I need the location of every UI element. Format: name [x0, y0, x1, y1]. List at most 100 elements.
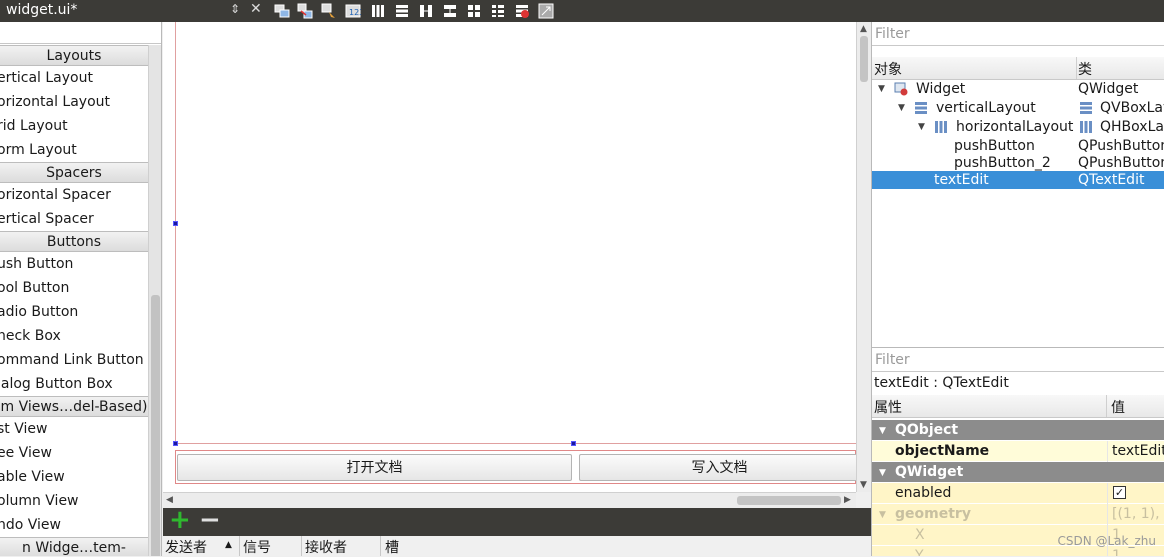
- widget-box-scrollbar[interactable]: [148, 45, 161, 556]
- property-editor-panel: Filter textEdit : QTextEdit 属性 值 ▼ QObje…: [871, 347, 1164, 556]
- break-layout-icon[interactable]: [514, 3, 530, 19]
- object-filter-input[interactable]: Filter: [872, 22, 1164, 46]
- vertical-layout-icon: [1080, 102, 1092, 114]
- object-name-value[interactable]: textEdit: [1112, 441, 1164, 462]
- col-value[interactable]: 值: [1111, 397, 1125, 417]
- canvas-horizontal-scrollbar[interactable]: ◀ ▶: [163, 492, 856, 508]
- splitter-horizontal-icon[interactable]: [418, 3, 434, 19]
- horizontal-layout-icon: [935, 121, 947, 133]
- widget-item-tool-button[interactable]: ool Button: [0, 276, 148, 300]
- widget-item-form-layout[interactable]: orm Layout: [0, 138, 148, 162]
- current-object-label: textEdit : QTextEdit: [874, 375, 1009, 391]
- widget-item-column-view[interactable]: olumn View: [0, 489, 148, 513]
- widget-item-radio-button[interactable]: adio Button: [0, 300, 148, 324]
- scroll-up-icon[interactable]: ▲: [860, 24, 867, 34]
- horizontal-layout-icon: [1080, 121, 1092, 133]
- object-row-widget[interactable]: ▼ Widget QWidget: [872, 80, 1164, 98]
- col-receiver[interactable]: 接收者: [305, 537, 347, 557]
- widget-item-tree-view[interactable]: ee View: [0, 441, 148, 465]
- lay-out-form-icon[interactable]: [490, 3, 506, 19]
- property-group-qobject[interactable]: ▼ QObject: [872, 420, 1164, 441]
- sort-ascending-icon: ▲: [225, 540, 232, 550]
- collapse-arrow-icon[interactable]: ▼: [879, 505, 886, 526]
- push-button-open-doc[interactable]: 打开文档: [177, 454, 572, 481]
- enabled-checkbox[interactable]: ✓: [1113, 486, 1126, 499]
- object-row-horizontal-layout[interactable]: ▼ horizontalLayout QHBoxLa: [872, 118, 1164, 136]
- widget-item-push-button[interactable]: ush Button: [0, 252, 148, 276]
- expand-arrow-icon[interactable]: ▼: [878, 80, 885, 98]
- edit-signals-slots-icon[interactable]: [297, 3, 313, 19]
- object-inspector-header: 对象 类: [872, 57, 1164, 80]
- signal-slot-toolbar: + −: [163, 505, 871, 536]
- edit-tab-order-icon[interactable]: 123: [345, 3, 361, 19]
- col-object[interactable]: 对象: [874, 59, 902, 79]
- canvas-vertical-scrollbar[interactable]: ▲ ▼: [856, 22, 871, 492]
- widget-item-command-link-button[interactable]: ommand Link Button: [0, 348, 148, 372]
- col-sender[interactable]: 发送者: [165, 537, 207, 557]
- resize-handle[interactable]: [173, 441, 178, 446]
- property-row-enabled[interactable]: enabled ✓: [872, 483, 1164, 504]
- widget-item-table-view[interactable]: able View: [0, 465, 148, 489]
- text-edit-widget[interactable]: [175, 22, 856, 444]
- svg-text:123: 123: [349, 8, 361, 17]
- category-spacers[interactable]: Spacers: [0, 162, 148, 183]
- col-class[interactable]: 类: [1078, 59, 1092, 79]
- edit-buddies-icon[interactable]: [321, 3, 337, 19]
- property-filter-input[interactable]: Filter: [872, 348, 1164, 372]
- collapse-arrow-icon[interactable]: ▼: [879, 421, 886, 442]
- property-row-geometry[interactable]: ▼ geometry [(1, 1), 7: [872, 504, 1164, 525]
- tab-switcher-icon[interactable]: ⇕: [230, 2, 240, 16]
- widget-item-vertical-layout[interactable]: ertical Layout: [0, 66, 148, 90]
- scroll-left-icon[interactable]: ◀: [166, 495, 173, 505]
- vertical-layout-icon: [915, 102, 927, 114]
- edit-widgets-icon[interactable]: [274, 3, 290, 19]
- widget-item-horizontal-spacer[interactable]: orizontal Spacer: [0, 183, 148, 207]
- widget-form-icon: [894, 82, 908, 96]
- resize-handle[interactable]: [173, 221, 178, 226]
- property-editor-header: 属性 值: [872, 395, 1164, 418]
- col-property[interactable]: 属性: [874, 397, 902, 417]
- resize-handle[interactable]: [571, 441, 576, 446]
- property-row-object-name[interactable]: objectName textEdit: [872, 441, 1164, 462]
- signal-slot-header: 发送者 ▲ 信号 接收者 槽: [163, 536, 871, 556]
- expand-arrow-icon[interactable]: ▼: [898, 99, 905, 117]
- scroll-down-icon[interactable]: ▼: [860, 480, 867, 490]
- col-slot[interactable]: 槽: [385, 537, 399, 557]
- widget-box-filter-input[interactable]: [0, 22, 161, 44]
- property-group-qwidget[interactable]: ▼ QWidget: [872, 462, 1164, 483]
- horizontal-layout-frame[interactable]: 打开文档 写入文档: [175, 450, 859, 484]
- widget-item-list-view[interactable]: st View: [0, 417, 148, 441]
- object-row-vertical-layout[interactable]: ▼ verticalLayout QVBoxLay: [872, 99, 1164, 117]
- category-buttons[interactable]: Buttons: [0, 231, 148, 252]
- adjust-size-icon[interactable]: [538, 3, 554, 19]
- expand-arrow-icon[interactable]: ▼: [918, 118, 925, 136]
- widget-item-horizontal-layout[interactable]: orizontal Layout: [0, 90, 148, 114]
- object-row-push-button-2[interactable]: pushButton_2 QPushButton: [872, 154, 1164, 172]
- lay-out-vertically-icon[interactable]: [394, 3, 410, 19]
- widget-box-panel: Layouts ertical Layout orizontal Layout …: [0, 22, 162, 556]
- top-bar: widget.ui* ⇕ ✕ 123: [0, 0, 1164, 22]
- splitter-vertical-icon[interactable]: [442, 3, 458, 19]
- push-button-write-doc[interactable]: 写入文档: [579, 454, 859, 481]
- remove-connection-icon[interactable]: −: [199, 505, 221, 535]
- file-tab-title[interactable]: widget.ui*: [6, 2, 77, 18]
- widget-item-vertical-spacer[interactable]: ertical Spacer: [0, 207, 148, 231]
- col-signal[interactable]: 信号: [243, 537, 271, 557]
- widget-item-check-box[interactable]: heck Box: [0, 324, 148, 348]
- close-tab-icon[interactable]: ✕: [250, 1, 262, 17]
- widget-box-list: Layouts ertical Layout orizontal Layout …: [0, 45, 148, 556]
- widget-item-grid-layout[interactable]: rid Layout: [0, 114, 148, 138]
- widget-item-undo-view[interactable]: ndo View: [0, 513, 148, 537]
- lay-out-grid-icon[interactable]: [466, 3, 482, 19]
- category-layouts[interactable]: Layouts: [0, 45, 148, 66]
- object-row-text-edit[interactable]: textEdit QTextEdit: [872, 171, 1164, 189]
- lay-out-horizontally-icon[interactable]: [370, 3, 386, 19]
- object-inspector-panel: Filter 对象 类 ▼ Widget QWidget ▼ verticalL…: [871, 22, 1164, 347]
- category-item-views[interactable]: m Views…del-Based): [0, 396, 148, 417]
- scroll-right-icon[interactable]: ▶: [844, 495, 851, 505]
- object-row-push-button[interactable]: pushButton QPushButton: [872, 137, 1164, 155]
- collapse-arrow-icon[interactable]: ▼: [879, 463, 886, 484]
- category-item-widgets[interactable]: n Widge…tem-Based): [0, 537, 148, 556]
- widget-item-dialog-button-box[interactable]: ialog Button Box: [0, 372, 148, 396]
- add-connection-icon[interactable]: +: [169, 505, 191, 535]
